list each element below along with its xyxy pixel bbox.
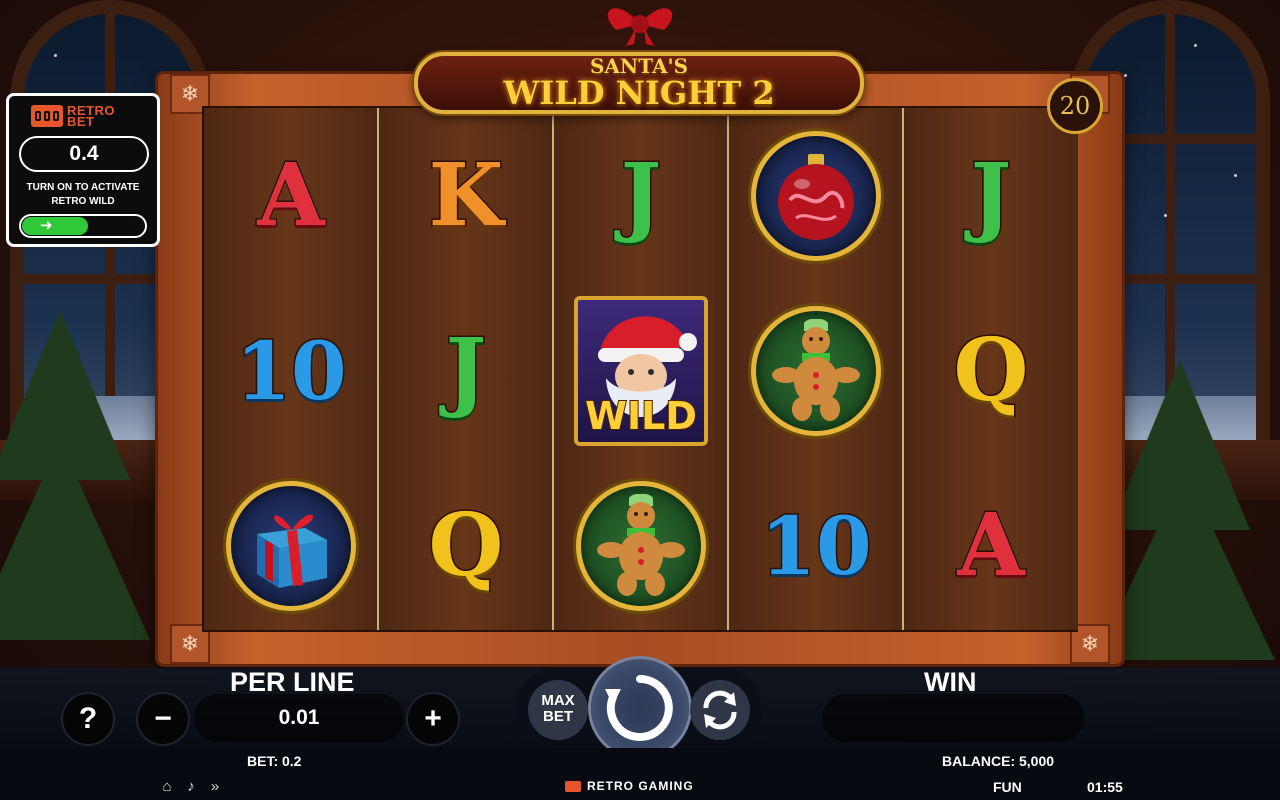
decrease-bet-button[interactable]: −: [138, 694, 188, 744]
ornament-icon: [751, 130, 881, 261]
symbol-q: Q: [427, 494, 505, 596]
retro-bet-panel: RETRO BET 0.4 TURN ON TO ACTIVATE RETRO …: [6, 93, 160, 247]
symbol-j: J: [969, 144, 1013, 246]
autoplay-icon: [703, 690, 737, 730]
symbol-wild: WILD: [554, 283, 728, 458]
symbol-gingerbread: [554, 458, 728, 633]
sound-icon[interactable]: ♪: [182, 779, 200, 795]
symbol-j: J: [619, 144, 663, 246]
paylines-badge: 20: [1047, 78, 1103, 134]
autoplay-button[interactable]: [690, 680, 750, 740]
arrow-right-icon: ➜: [22, 217, 88, 235]
retro-bet-value: 0.4: [19, 136, 149, 172]
retro-gaming-logo-icon: [565, 780, 581, 792]
gift-icon: [226, 480, 356, 611]
christmas-tree-right-lower: [1095, 470, 1275, 660]
spin-icon: [605, 675, 673, 741]
help-button[interactable]: ?: [63, 694, 113, 744]
balance-display: BALANCE: 5,000: [942, 753, 1055, 769]
symbol-a: A: [956, 494, 1026, 596]
bet-display: BET: 0.2: [247, 753, 302, 769]
increase-bet-button[interactable]: +: [408, 694, 458, 744]
win-value: [822, 694, 1084, 742]
symbol-gingerbread: [729, 283, 903, 458]
spin-button[interactable]: [591, 659, 689, 757]
santa-icon: WILD: [574, 295, 708, 446]
max-bet-button[interactable]: MAX BET: [528, 680, 588, 740]
ribbon-bow-icon: [607, 8, 673, 46]
symbol-a: A: [256, 144, 326, 246]
gingerbread-man-icon: [576, 480, 706, 611]
gingerbread-man-icon: [751, 305, 881, 436]
reel-area: A 10 K J Q J WILD 10 J Q A: [202, 106, 1078, 632]
symbol-gift: [204, 458, 378, 633]
home-icon[interactable]: ⌂: [158, 779, 176, 795]
christmas-tree-left-lower: [0, 440, 150, 640]
symbol-k: K: [427, 144, 505, 246]
symbol-10: 10: [234, 323, 348, 418]
turbo-icon[interactable]: »: [206, 779, 224, 795]
retro-logo-icon: [31, 105, 63, 127]
per-line-value: 0.01: [194, 694, 404, 742]
clock: 01:55: [1087, 779, 1123, 795]
retro-bet-logo: RETRO BET: [31, 103, 147, 129]
symbol-q: Q: [952, 319, 1030, 421]
retro-bet-instructions: TURN ON TO ACTIVATE RETRO WILD: [26, 182, 140, 207]
game-title: SANTA'S WILD NIGHT 2: [414, 52, 864, 114]
symbol-j: J: [444, 319, 488, 421]
retro-wild-toggle[interactable]: ➜: [19, 214, 147, 238]
game-mode: FUN: [993, 779, 1022, 795]
reel-frame: ❄ ❄ ❄ ❄ A 10: [158, 74, 1122, 664]
symbol-ornament: [729, 108, 903, 283]
brand-footer: RETRO GAMING: [565, 779, 694, 793]
symbol-10: 10: [759, 498, 873, 593]
